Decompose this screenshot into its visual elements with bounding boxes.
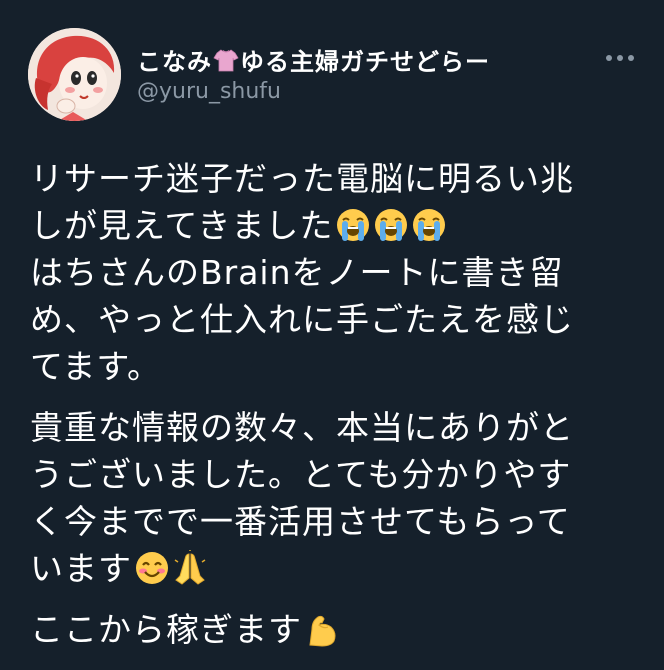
tweet-line-text: ここから稼ぎます (30, 610, 302, 649)
avatar[interactable] (28, 28, 121, 121)
tweet-line: います (30, 545, 640, 592)
folded-hands-icon (172, 550, 208, 586)
tweet-line: てます。 (30, 343, 640, 390)
tweet-line: リサーチ迷子だった電脳に明るい兆 (30, 155, 640, 202)
tweet-line-text: います (30, 549, 132, 588)
tweet-line-text: しが見えてきました (30, 206, 334, 245)
t-shirt-icon (213, 47, 239, 73)
tweet-line-text: はちさんのBrainをノートに書き留 (30, 253, 564, 292)
display-name-part1: こなみ (137, 48, 212, 76)
tweet-paragraph: リサーチ迷子だった電脳に明るい兆 しが見えてきましたはちさんのBrainをノートに… (30, 155, 640, 390)
tweet-paragraph: 貴重な情報の数々、本当にありがと うございました。とても分かりやす く今までで一番活… (30, 404, 640, 592)
flexed-biceps-icon (304, 611, 340, 647)
tweet-line: しが見えてきました (30, 202, 640, 249)
tweet-text: リサーチ迷子だった電脳に明るい兆 しが見えてきましたはちさんのBrainをノートに… (30, 155, 640, 653)
tweet-line-text: うございました。とても分かりやす (30, 455, 572, 494)
loudly-crying-face-icon (373, 207, 409, 243)
tweet-line-text: てます。 (30, 347, 162, 386)
tweet-line: うございました。とても分かりやす (30, 451, 640, 498)
display-name[interactable]: こなみ ゆる主婦ガチせどらー (137, 42, 490, 77)
smiling-face-icon (134, 550, 170, 586)
tweet-line: 貴重な情報の数々、本当にありがと (30, 404, 640, 451)
tweet-line: め、やっと仕入れに手ごたえを感じ (30, 296, 640, 343)
more-horizontal-icon (606, 55, 634, 61)
loudly-crying-face-icon (411, 207, 447, 243)
tweet-line: く今までで一番活用させてもらって (30, 498, 640, 545)
tweet-line-text: 貴重な情報の数々、本当にありがと (30, 408, 574, 447)
tweet-paragraph: ここから稼ぎます (30, 606, 640, 653)
tweet-line-text: く今までで一番活用させてもらって (30, 502, 571, 541)
tweet-line-text: リサーチ迷子だった電脳に明るい兆 (30, 159, 574, 198)
loudly-crying-face-icon (335, 207, 371, 243)
tweet-line: はちさんのBrainをノートに書き留 (30, 249, 640, 296)
display-name-part2: ゆる主婦ガチせどらー (240, 48, 490, 76)
tweet-card: こなみ ゆる主婦ガチせどらー @yuru_shufu リサーチ迷子だった電脳に明… (0, 0, 664, 670)
user-handle[interactable]: @yuru_shufu (137, 79, 281, 104)
tweet-line-text: め、やっと仕入れに手ごたえを感じ (30, 300, 574, 339)
tweet-line: ここから稼ぎます (30, 606, 640, 653)
more-options-button[interactable] (600, 48, 640, 68)
